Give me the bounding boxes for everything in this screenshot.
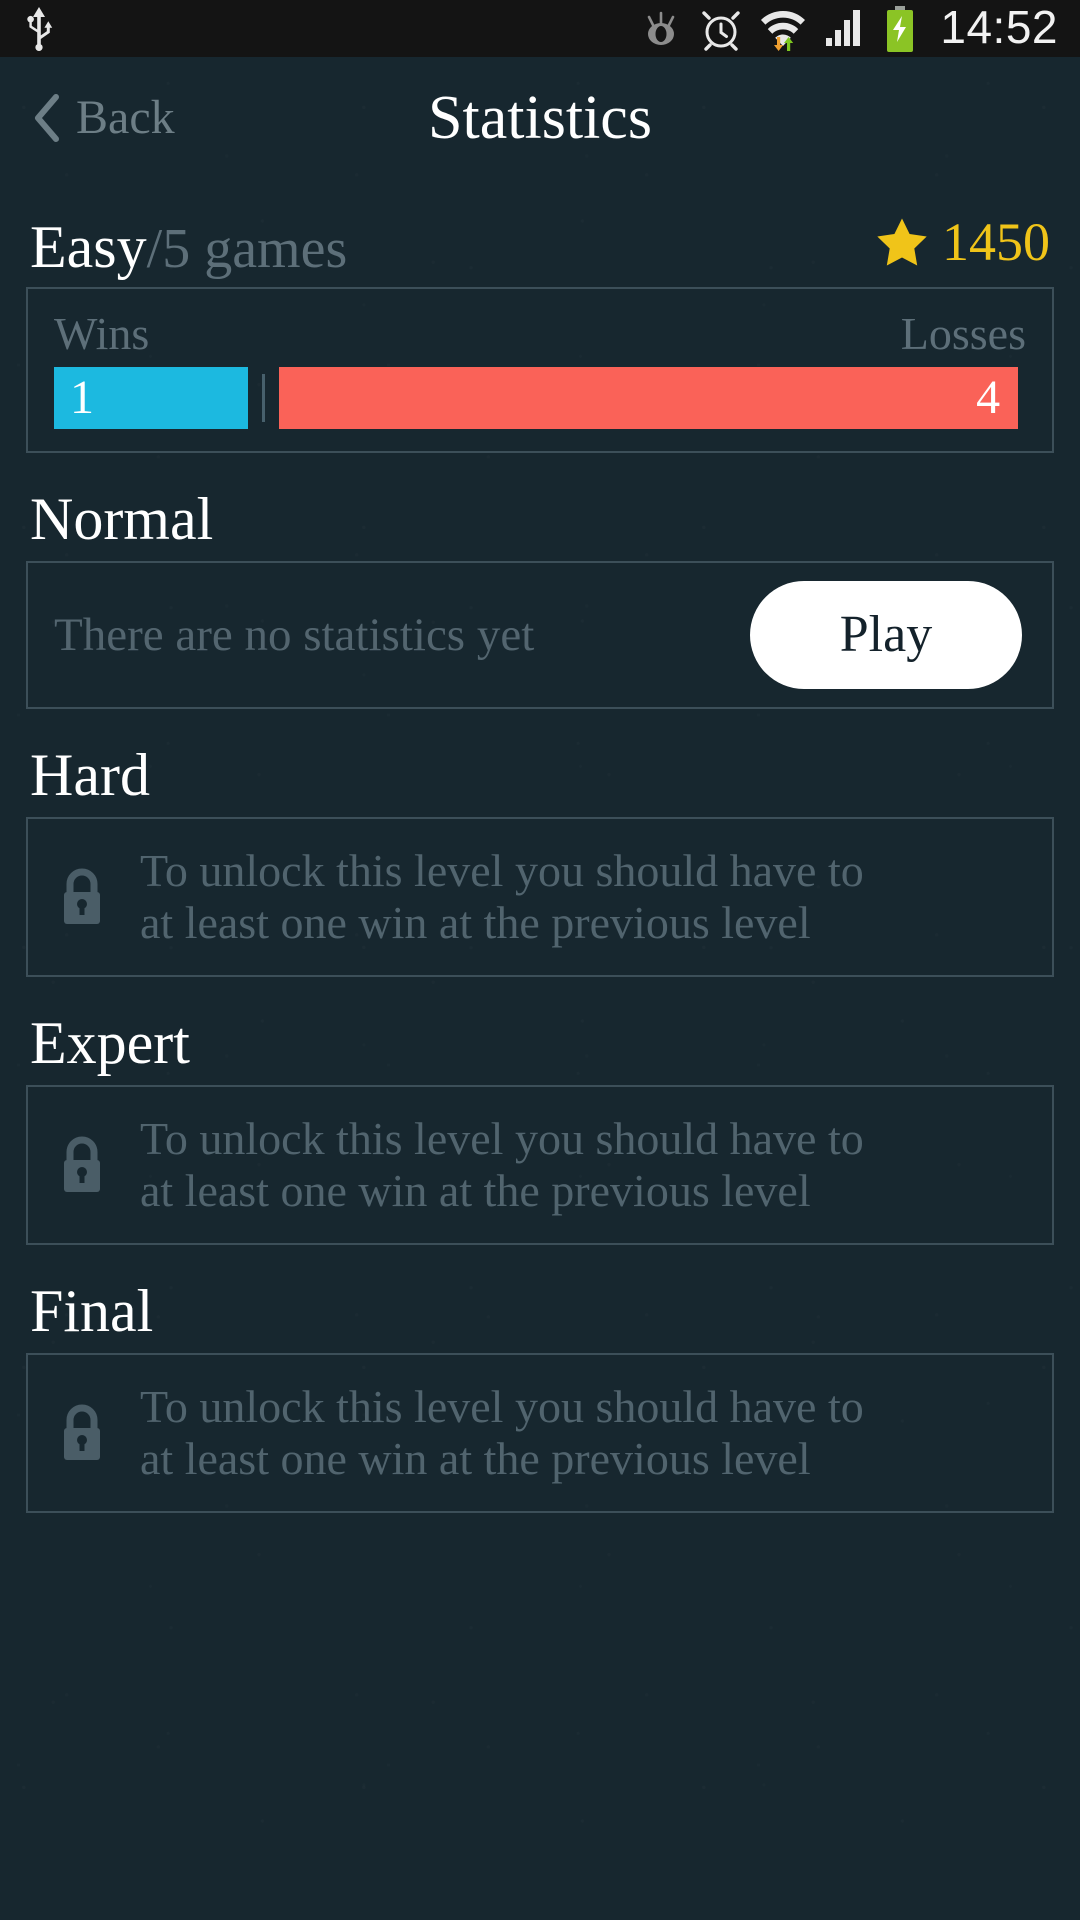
page-header: Back Statistics (26, 57, 1054, 179)
losses-bar: 4 (279, 367, 1019, 429)
level-card-final[interactable]: To unlock this level you should have to … (26, 1353, 1054, 1513)
status-bar-clock: 14:52 (940, 1, 1058, 53)
lock-icon (64, 868, 100, 924)
level-card-hard[interactable]: To unlock this level you should have to … (26, 817, 1054, 977)
level-header-hard: Hard (26, 745, 1054, 817)
no-statistics-text: There are no statistics yet (54, 608, 535, 661)
level-header-easy: Easy /5 games 1450 (26, 215, 1054, 287)
level-section-normal: Normal There are no statistics yet Play (26, 489, 1054, 709)
battery-charging-icon (887, 5, 914, 52)
play-button[interactable]: Play (750, 581, 1022, 689)
level-games-count: /5 games (146, 218, 348, 280)
level-section-easy: Easy /5 games 1450 Wins Losses 1 4 (26, 215, 1054, 453)
usb-icon (27, 6, 53, 51)
wifi-icon (761, 10, 806, 51)
locked-message-line1: To unlock this level you should have to (140, 1381, 864, 1433)
status-bar-left (0, 6, 54, 51)
score-group: 1450 (876, 215, 1050, 269)
lock-icon (64, 1404, 100, 1460)
level-name: Final (30, 1278, 154, 1344)
locked-message-line2: at least one win at the previous level (140, 1165, 811, 1216)
level-card-expert[interactable]: To unlock this level you should have to … (26, 1085, 1054, 1245)
level-card-easy[interactable]: Wins Losses 1 4 (26, 287, 1054, 453)
level-section-expert: Expert To unlock this level you should h… (26, 1013, 1054, 1245)
lock-icon (64, 1136, 100, 1192)
locked-message: To unlock this level you should have to … (140, 1113, 864, 1216)
level-header-normal: Normal (26, 489, 1054, 561)
level-header-expert: Expert (26, 1013, 1054, 1085)
locked-message: To unlock this level you should have to … (140, 1381, 864, 1484)
level-name: Normal (30, 486, 214, 552)
locked-message-line1: To unlock this level you should have to (140, 1113, 864, 1165)
level-header-final: Final (26, 1281, 1054, 1353)
bar-separator (262, 374, 266, 422)
star-icon (877, 218, 927, 266)
page-title: Statistics (428, 84, 652, 152)
locked-message: To unlock this level you should have to … (140, 845, 864, 948)
wins-value: 1 (70, 371, 94, 424)
wins-label: Wins (54, 308, 150, 359)
level-name: Easy (30, 214, 147, 280)
wins-bar: 1 (54, 367, 249, 429)
winloss-labels: Wins Losses (54, 311, 1026, 357)
losses-label: Losses (900, 308, 1026, 359)
status-bar: 14:52 (0, 0, 1080, 57)
losses-value: 4 (976, 371, 1001, 424)
level-section-hard: Hard To unlock this level you should hav… (26, 745, 1054, 977)
statistics-page: Back Statistics Easy /5 games 1450 Wins … (0, 57, 1080, 1513)
status-bar-right: 14:52 (640, 4, 1080, 53)
locked-message-line1: To unlock this level you should have to (140, 845, 864, 897)
level-card-normal[interactable]: There are no statistics yet Play (26, 561, 1054, 709)
level-section-final: Final To unlock this level you should ha… (26, 1281, 1054, 1513)
signal-bars-icon (826, 9, 861, 46)
winloss-bars: 1 4 (54, 367, 1026, 429)
locked-message-line2: at least one win at the previous level (140, 1433, 811, 1484)
level-name: Hard (30, 742, 150, 808)
locked-message-line2: at least one win at the previous level (140, 897, 811, 948)
level-name: Expert (30, 1010, 190, 1076)
score-value: 1450 (942, 212, 1050, 272)
alarm-clock-icon (702, 10, 741, 51)
eye-icon (648, 11, 675, 45)
